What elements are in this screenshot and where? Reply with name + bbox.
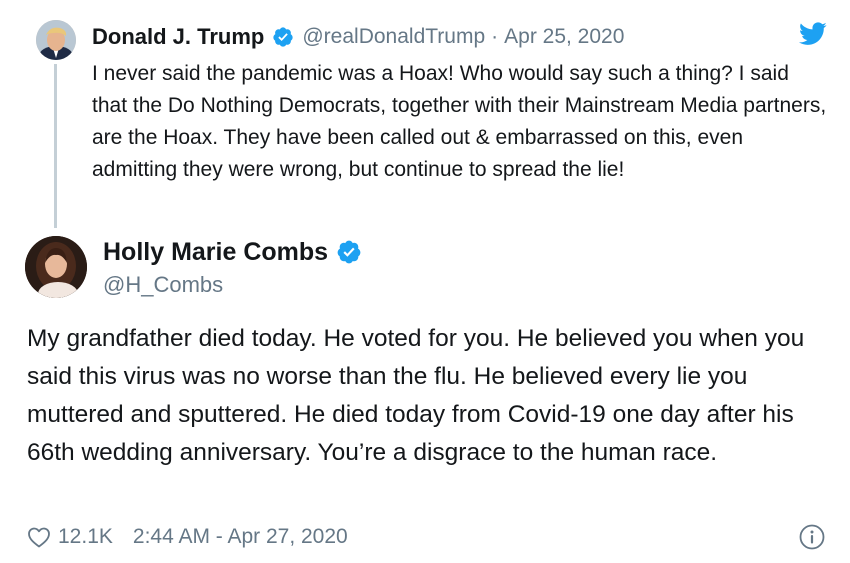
info-icon[interactable] — [799, 524, 825, 550]
quoted-tweet-text: I never said the pandemic was a Hoax! Wh… — [92, 62, 827, 181]
quoted-author-name[interactable]: Donald J. Trump — [92, 24, 264, 50]
author-avatar[interactable] — [25, 236, 87, 298]
quoted-author-avatar[interactable] — [36, 20, 76, 60]
author-handle[interactable]: @H_Combs — [103, 272, 223, 298]
author-name[interactable]: Holly Marie Combs — [103, 238, 328, 267]
quoted-tweet-date[interactable]: Apr 25, 2020 — [504, 25, 624, 49]
verified-badge-icon — [272, 26, 294, 48]
verified-badge-icon — [336, 239, 362, 265]
header-separator: · — [491, 25, 499, 48]
heart-icon[interactable] — [27, 526, 51, 548]
thread-connector-line — [54, 64, 57, 228]
tweet-text: My grandfather died today. He voted for … — [27, 325, 805, 466]
tweet-timestamp[interactable]: 2:44 AM - Apr 27, 2020 — [133, 525, 348, 549]
twitter-bird-icon[interactable] — [798, 22, 827, 46]
quoted-author-handle[interactable]: @realDonaldTrump — [302, 25, 485, 49]
quoted-tweet-header: Donald J. Trump @realDonaldTrump · Apr 2… — [92, 24, 624, 50]
author-name-row: Holly Marie Combs — [103, 236, 370, 268]
avatar-photo — [25, 236, 87, 298]
like-count[interactable]: 12.1K — [58, 525, 113, 549]
avatar-photo — [36, 20, 76, 60]
tweet-footer: 12.1K 2:44 AM - Apr 27, 2020 — [27, 522, 348, 552]
